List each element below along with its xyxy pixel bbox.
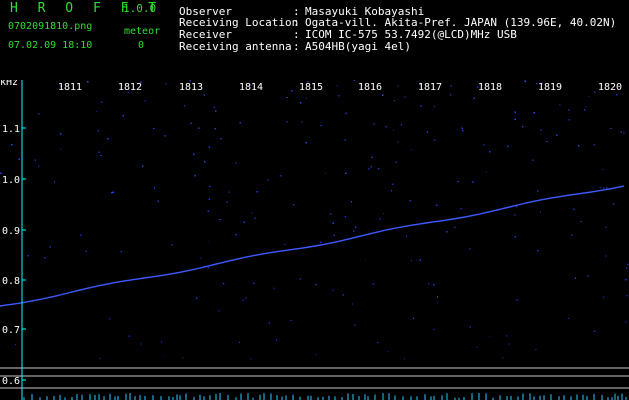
app-version: 1.0.0 <box>123 2 157 15</box>
time-tick-3: 1813 <box>179 82 203 93</box>
spectrogram-background <box>0 80 629 400</box>
time-tick-5: 1815 <box>299 82 323 93</box>
time-tick-2: 1812 <box>118 82 142 93</box>
freq-tick-5: 0.7 <box>2 325 20 336</box>
time-tick-10: 1820 <box>598 82 622 93</box>
time-tick-7: 1817 <box>418 82 442 93</box>
time-tick-4: 1814 <box>239 82 263 93</box>
time-tick-9: 1819 <box>538 82 562 93</box>
freq-tick-4: 0.8 <box>2 276 20 287</box>
time-tick-6: 1816 <box>358 82 382 93</box>
meteor-label: meteor <box>124 26 161 37</box>
antenna-value: A504HB(yagi 4el) <box>305 40 411 53</box>
meteor-count: 0 <box>138 40 145 51</box>
time-tick-8: 1818 <box>478 82 502 93</box>
unit-label: kHz <box>0 80 18 88</box>
freq-tick-6: 0.6 <box>2 376 20 387</box>
freq-tick-2: 1.0 <box>2 175 20 186</box>
freq-tick-3: 0.9 <box>2 226 20 237</box>
spectrogram[interactable]: kHz 1.1 1.0 0.9 0.8 0.7 0.6 1811 1812 18… <box>0 80 629 400</box>
time-tick-1: 1811 <box>58 82 82 93</box>
freq-tick-1: 1.1 <box>2 124 20 135</box>
antenna-label: Receiving antenna <box>179 40 292 53</box>
file-name: 0702091810.png <box>8 21 93 32</box>
file-datetime: 07.02.09 18:10 <box>8 40 93 51</box>
antenna-colon: : <box>293 40 300 53</box>
